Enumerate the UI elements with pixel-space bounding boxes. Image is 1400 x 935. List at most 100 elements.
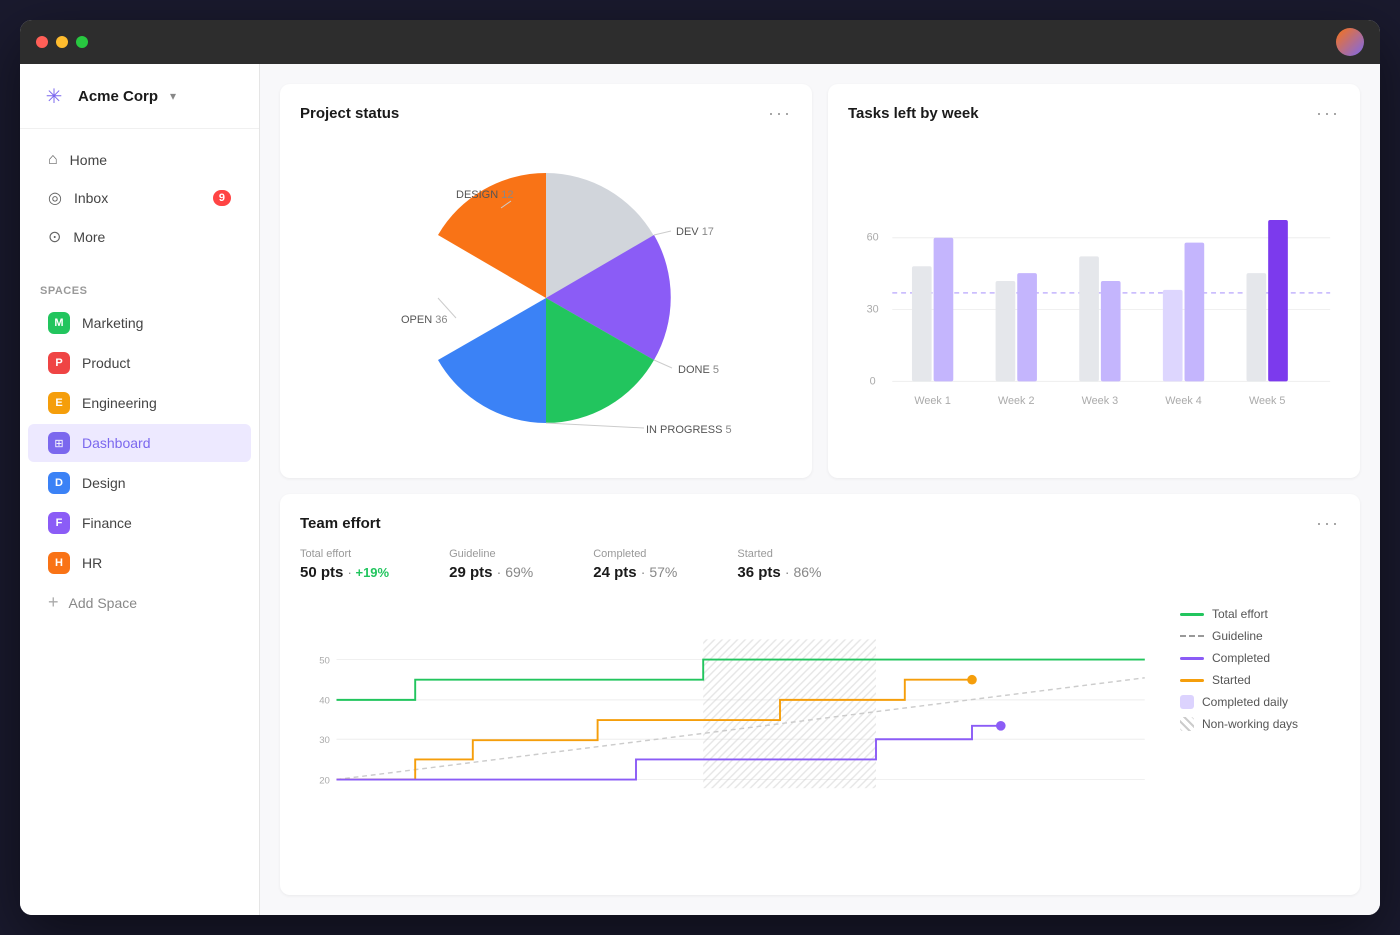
add-icon: +	[48, 592, 59, 613]
svg-text:30: 30	[867, 304, 879, 316]
finance-label: Finance	[82, 515, 132, 531]
sidebar-item-dashboard[interactable]: ⊞ Dashboard	[28, 424, 251, 462]
sidebar-nav: ⌂ Home ◎ Inbox 9 ⊙ More	[20, 129, 259, 269]
started-endpoint	[967, 675, 977, 685]
completed-label: Completed	[593, 548, 677, 560]
svg-text:20: 20	[319, 775, 330, 786]
guideline-label: Guideline	[449, 548, 533, 560]
effort-chart-area: 20 30 40 50	[300, 597, 1340, 817]
svg-text:Week 3: Week 3	[1082, 395, 1118, 407]
bar-w3-curr	[1101, 281, 1121, 381]
product-avatar: P	[48, 352, 70, 374]
inbox-badge: 9	[213, 190, 231, 206]
app-logo: ✳	[40, 82, 68, 110]
stat-total-effort: Total effort 50 pts · +19%	[300, 548, 389, 581]
product-label: Product	[82, 355, 130, 371]
tasks-by-week-header: Tasks left by week ···	[848, 104, 1340, 122]
spaces-section-label: Spaces	[20, 269, 259, 303]
effort-line-chart: 20 30 40 50	[300, 597, 1164, 817]
bar-w3-prev	[1079, 256, 1099, 381]
legend-started: Started	[1180, 673, 1340, 687]
dev-label: DEV 17	[676, 226, 714, 238]
finance-avatar: F	[48, 512, 70, 534]
team-effort-more-button[interactable]: ···	[1316, 514, 1340, 532]
inbox-icon: ◎	[48, 188, 62, 208]
guideline-value: 29 pts · 69%	[449, 564, 533, 581]
project-status-card: Project status ···	[280, 84, 812, 478]
svg-text:60: 60	[867, 232, 879, 244]
dashboard-label: Dashboard	[82, 435, 151, 451]
main-content: Project status ···	[260, 64, 1380, 915]
completed-endpoint	[996, 721, 1006, 731]
svg-text:0: 0	[870, 375, 876, 387]
add-space-button[interactable]: + Add Space	[28, 584, 251, 621]
legend-non-working: Non-working days	[1180, 717, 1340, 731]
sidebar-item-product[interactable]: P Product	[28, 344, 251, 382]
legend-total-effort: Total effort	[1180, 607, 1340, 621]
sidebar-item-hr[interactable]: H HR	[28, 544, 251, 582]
legend-non-working-box	[1180, 717, 1194, 731]
team-effort-card: Team effort ··· Total effort 50 pts · +1…	[280, 494, 1360, 895]
svg-text:Week 2: Week 2	[998, 395, 1034, 407]
bar-w1-prev	[912, 266, 932, 381]
app-window: ✳ Acme Corp ▾ ⌂ Home ◎ Inbox 9 ⊙ More	[20, 20, 1380, 915]
effort-svg: 20 30 40 50	[300, 597, 1164, 797]
legend-completed-line	[1180, 657, 1204, 660]
sidebar-item-design[interactable]: D Design	[28, 464, 251, 502]
pie-segment-inprogress	[438, 298, 546, 423]
sidebar-item-marketing[interactable]: M Marketing	[28, 304, 251, 342]
bar-w5-curr	[1268, 220, 1288, 381]
design-avatar: D	[48, 472, 70, 494]
bar-w2-curr	[1017, 273, 1037, 381]
bar-w5-prev	[1247, 273, 1267, 381]
started-label: Started	[737, 548, 821, 560]
design-label: Design	[82, 475, 126, 491]
legend-started-line	[1180, 679, 1204, 682]
sidebar-item-home[interactable]: ⌂ Home	[28, 142, 251, 178]
sidebar-header[interactable]: ✳ Acme Corp ▾	[20, 64, 259, 129]
main-layout: ✳ Acme Corp ▾ ⌂ Home ◎ Inbox 9 ⊙ More	[20, 64, 1380, 915]
engineering-label: Engineering	[82, 395, 157, 411]
tasks-by-week-title: Tasks left by week	[848, 105, 979, 122]
legend-total-effort-line	[1180, 613, 1204, 616]
total-effort-label: Total effort	[300, 548, 389, 560]
stat-completed: Completed 24 pts · 57%	[593, 548, 677, 581]
started-value: 36 pts · 86%	[737, 564, 821, 581]
hr-avatar: H	[48, 552, 70, 574]
design-label: DESIGN 12	[456, 189, 513, 201]
sidebar-item-finance[interactable]: F Finance	[28, 504, 251, 542]
tasks-by-week-more-button[interactable]: ···	[1316, 104, 1340, 122]
open-label: OPEN 36	[401, 314, 447, 326]
fullscreen-button[interactable]	[76, 36, 88, 48]
project-status-header: Project status ···	[300, 104, 792, 122]
minimize-button[interactable]	[56, 36, 68, 48]
team-effort-title: Team effort	[300, 515, 381, 532]
pie-chart-container: DEV 17 DONE 5 IN PROGRESS 5 OPEN 36	[300, 138, 792, 458]
more-icon: ⊙	[48, 227, 61, 247]
stat-started: Started 36 pts · 86%	[737, 548, 821, 581]
company-name: Acme Corp	[78, 88, 158, 105]
dashboard-avatar: ⊞	[48, 432, 70, 454]
completed-value: 24 pts · 57%	[593, 564, 677, 581]
svg-text:Week 5: Week 5	[1249, 395, 1285, 407]
completed-line	[336, 726, 1000, 780]
close-button[interactable]	[36, 36, 48, 48]
hr-label: HR	[82, 555, 102, 571]
legend-completed-daily-box	[1180, 695, 1194, 709]
project-status-title: Project status	[300, 105, 399, 122]
legend-guideline-line	[1180, 635, 1204, 637]
project-status-more-button[interactable]: ···	[768, 104, 792, 122]
chevron-down-icon: ▾	[170, 89, 176, 103]
marketing-avatar: M	[48, 312, 70, 334]
user-avatar[interactable]	[1336, 28, 1364, 56]
bar-w4-prev	[1163, 290, 1183, 382]
effort-stats: Total effort 50 pts · +19% Guideline 29 …	[300, 548, 1340, 581]
sidebar-item-inbox[interactable]: ◎ Inbox 9	[28, 179, 251, 217]
marketing-label: Marketing	[82, 315, 143, 331]
sidebar-item-more[interactable]: ⊙ More	[28, 218, 251, 256]
home-icon: ⌂	[48, 151, 58, 169]
sidebar-item-engineering[interactable]: E Engineering	[28, 384, 251, 422]
svg-text:Week 4: Week 4	[1165, 395, 1201, 407]
legend-guideline: Guideline	[1180, 629, 1340, 643]
bar-w2-prev	[996, 281, 1016, 381]
